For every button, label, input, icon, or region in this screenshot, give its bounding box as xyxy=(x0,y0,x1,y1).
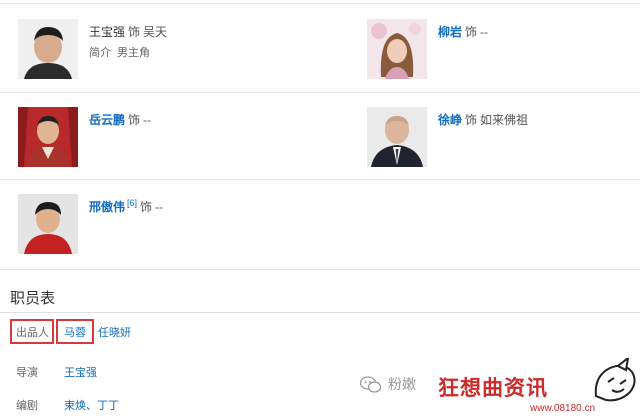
role-name: -- xyxy=(155,200,164,214)
wechat-icon xyxy=(360,376,382,393)
actor-role-line: 王宝强饰吴天 xyxy=(89,23,167,40)
actor-role-line: 岳云鹏饰 -- xyxy=(89,111,151,128)
crew-role-label: 导演 xyxy=(16,367,38,379)
watermark-account-name: 粉嫩 xyxy=(388,376,416,392)
highlight-box-producer-name xyxy=(56,319,94,344)
divider xyxy=(0,92,640,93)
role-separator: 饰 xyxy=(465,113,478,127)
mascot-icon xyxy=(594,358,636,402)
role-name: 如来佛祖 xyxy=(480,113,529,127)
actor-photo-image xyxy=(18,107,78,167)
role-name: 吴天 xyxy=(143,25,168,39)
divider xyxy=(0,312,640,313)
actor-role-line: 邢傲伟 [6] 饰 -- xyxy=(89,198,163,215)
actor-photo-image xyxy=(367,19,427,79)
role-separator: 饰 xyxy=(128,25,141,39)
highlight-box-producer-label xyxy=(10,319,54,344)
crew-members: 任晓妍 xyxy=(98,324,131,340)
actor-photo-image xyxy=(18,194,78,254)
crew-members: 王宝强 xyxy=(64,364,97,380)
crew-member-link[interactable]: 束焕、丁丁 xyxy=(64,400,119,412)
intro-line: 简介 男主角 xyxy=(89,44,150,60)
role-separator: 饰 xyxy=(128,113,141,127)
intro-label: 简介 xyxy=(89,47,111,59)
crew-member-link[interactable]: 任晓妍 xyxy=(98,327,131,339)
role-separator: 饰 xyxy=(140,200,153,214)
cast-item: 柳岩饰 -- xyxy=(367,19,640,89)
watermark-brand: 狂想曲资讯 xyxy=(438,377,548,400)
actor-role-line: 徐峥饰如来佛祖 xyxy=(438,111,528,128)
cast-item: 徐峥饰如来佛祖 xyxy=(367,107,640,177)
crew-row: 出品人 马蓉 任晓妍 xyxy=(0,316,640,346)
actor-name-link[interactable]: 邢傲伟 xyxy=(89,200,125,214)
crew-member-link[interactable]: 王宝强 xyxy=(64,367,97,379)
role-name: -- xyxy=(480,25,489,39)
crew-members: 束焕、丁丁 xyxy=(64,397,119,413)
cast-panel: 王宝强饰吴天 简介 男主角 柳岩饰 -- 岳云鹏 饰 -- 徐峥 饰 如来佛祖 … xyxy=(0,0,640,270)
actor-photo[interactable] xyxy=(18,194,78,254)
actor-photo[interactable] xyxy=(367,107,427,167)
role-name: -- xyxy=(143,113,152,127)
actor-photo[interactable] xyxy=(367,19,427,79)
actor-role-line: 柳岩饰 -- xyxy=(438,23,488,40)
cast-item: 王宝强饰吴天 简介 男主角 xyxy=(18,19,318,89)
divider xyxy=(0,179,640,180)
actor-name-link[interactable]: 柳岩 xyxy=(438,25,462,39)
watermark: 粉嫩 狂想曲资讯 www.08180.cn xyxy=(360,358,640,419)
divider xyxy=(0,3,640,4)
actor-photo-image xyxy=(367,107,427,167)
cast-item: 邢傲伟 [6] 饰 -- xyxy=(18,194,318,264)
crew-section-title: 职员表 xyxy=(10,290,56,307)
actor-photo-image xyxy=(18,19,78,79)
actor-photo[interactable] xyxy=(18,107,78,167)
watermark-url: www.08180.cn xyxy=(530,403,596,414)
actor-name-link[interactable]: 岳云鹏 xyxy=(89,113,125,127)
role-separator: 饰 xyxy=(465,25,478,39)
actor-name-link[interactable]: 徐峥 xyxy=(438,113,462,127)
reference-link[interactable]: [6] xyxy=(127,198,137,208)
crew-role-label: 编剧 xyxy=(16,400,38,412)
intro-value: 男主角 xyxy=(117,47,150,59)
actor-photo[interactable] xyxy=(18,19,78,79)
actor-name: 王宝强 xyxy=(89,25,126,39)
cast-item: 岳云鹏饰 -- xyxy=(18,107,318,177)
